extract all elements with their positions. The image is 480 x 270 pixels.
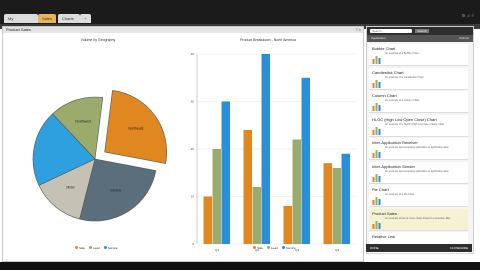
done-button[interactable]: DONE <box>370 246 379 250</box>
sidebar-item-description: An example of two or more charts linked … <box>385 216 451 220</box>
sidebar-search-bar: Search Search <box>367 27 473 35</box>
bubble-chart-icon <box>372 51 382 64</box>
settings-icon[interactable]: ⚙ <box>462 13 466 18</box>
y-tick-label: 0 <box>192 242 194 246</box>
pie-legend-sale[interactable]: Sale <box>75 246 85 250</box>
y-tick-label: 30 <box>191 100 195 104</box>
sidebar-search-button[interactable]: Search <box>415 29 429 33</box>
sidebar-item[interactable]: Candlestick Chart An example of a Candles… <box>369 67 468 90</box>
product-sales-panel: Product Sales ? × Volume by Geography No… <box>2 26 364 262</box>
pie-legend-lead[interactable]: Lead <box>89 246 100 250</box>
sender-icon <box>372 169 382 182</box>
bar[interactable] <box>261 54 271 244</box>
bar[interactable] <box>283 206 293 244</box>
sidebar-item-description: An example of a Bubble Chart <box>385 52 419 55</box>
tab-charts[interactable]: Charts <box>58 14 80 23</box>
sidebar-footer: DONE CLOSE/HIDE <box>366 244 472 252</box>
bar-legend-sale[interactable]: Sale <box>253 246 263 250</box>
sidebar-search-input[interactable]: Search <box>370 29 412 33</box>
y-tick-label: 10 <box>191 195 195 199</box>
bar[interactable] <box>323 163 333 244</box>
receiver-icon <box>372 145 382 158</box>
x-tick-label: Q1 <box>215 248 219 252</box>
pie-chart-title: Volume by Geography <box>80 38 116 42</box>
product-sales-icon <box>372 216 382 229</box>
top-navigation-bar: My Dashboards Sales Charts + ⚙ ☺ ≡ <box>0 0 480 30</box>
bar-chart: 010203040Q1 Q2 Q3 Q4 <box>191 52 357 252</box>
pie-legend: Sale Lead Service <box>75 246 118 250</box>
sidebar-item-description: An example demonstrating application to … <box>385 169 449 173</box>
bar[interactable] <box>341 153 351 244</box>
sidebar-item[interactable]: Column Chart An example of a Column Chart <box>369 91 468 113</box>
tab-my-dashboards[interactable]: My Dashboards <box>4 14 38 30</box>
sidebar-item[interactable]: Inter-Application Sender An example demon… <box>369 161 468 184</box>
pie-chart-icon <box>372 192 382 205</box>
panel-actions[interactable]: ? × <box>355 27 361 33</box>
panel-title: Product Sales <box>3 27 363 33</box>
sidebar-item[interactable]: Bubble Chart An example of a Bubble Chart <box>369 44 468 66</box>
bar[interactable] <box>203 196 213 245</box>
sidebar-item-description: An example of a Pie Chart <box>385 193 415 196</box>
bar[interactable] <box>252 187 262 244</box>
bar-legend-service[interactable]: Service <box>281 246 296 250</box>
sidebar-item[interactable]: Pie Chart An example of a Pie Chart <box>369 185 468 207</box>
sidebar-item[interactable]: HLOC (High Low Open Close) Chart An examp… <box>369 114 468 137</box>
bar[interactable] <box>332 168 342 244</box>
column-chart-icon <box>372 98 382 111</box>
pie-slice-label: Northeast <box>128 126 143 130</box>
pie-chart: Northeast Central Midw Northwest <box>32 90 168 222</box>
bar[interactable] <box>221 101 231 245</box>
window-controls: ⚙ ☺ ≡ <box>462 13 474 18</box>
pie-legend-service[interactable]: Service <box>103 246 118 250</box>
sidebar-category-bar: Application Actions <box>367 35 473 42</box>
pie-slice-label: Northwest <box>75 119 91 123</box>
sidebar-item-description: An example of a HLOC (High Low Open Clos… <box>385 122 445 126</box>
y-tick-label: 20 <box>191 147 195 151</box>
sidebar-item[interactable]: Inter-Application Receiver An example dem… <box>369 138 468 160</box>
x-tick-label: Q4 <box>335 248 339 252</box>
bar[interactable] <box>243 130 253 244</box>
bar[interactable] <box>212 149 222 244</box>
bar-legend: Sale Lead Service <box>253 246 296 250</box>
candlestick-chart-icon <box>372 75 382 88</box>
tab-sales[interactable]: Sales <box>38 14 56 23</box>
close-hide-button[interactable]: CLOSE/HIDE <box>450 246 468 250</box>
sidebar-item-description: An example of a Column Chart <box>385 99 420 102</box>
bottom-bar <box>0 262 480 270</box>
bar-legend-lead[interactable]: Lead <box>267 246 278 250</box>
menu-icon[interactable]: ≡ <box>472 13 474 18</box>
sidebar-item[interactable]: Product Sales An example of two or more c… <box>369 208 468 231</box>
bar-chart-title: Product Breakdown - North America <box>240 38 296 42</box>
sidebar-item-description: An example of a Candlestick Chart <box>385 75 424 79</box>
add-tab-button[interactable]: + <box>80 14 91 23</box>
pie-slice-label: Central <box>110 188 122 192</box>
bar[interactable] <box>301 77 311 244</box>
pie-slice-label: Midw <box>66 186 75 190</box>
user-icon[interactable]: ☺ <box>466 13 470 18</box>
category-actions[interactable]: Actions <box>459 36 469 41</box>
bar[interactable] <box>292 139 302 245</box>
category-application[interactable]: Application <box>371 36 386 41</box>
app-sidebar: Search Search Application Actions Bubble… <box>366 26 474 254</box>
hloc-chart-icon <box>372 122 382 135</box>
y-tick-label: 40 <box>191 52 195 56</box>
sidebar-item-description: An example demonstrating application to … <box>385 146 449 149</box>
